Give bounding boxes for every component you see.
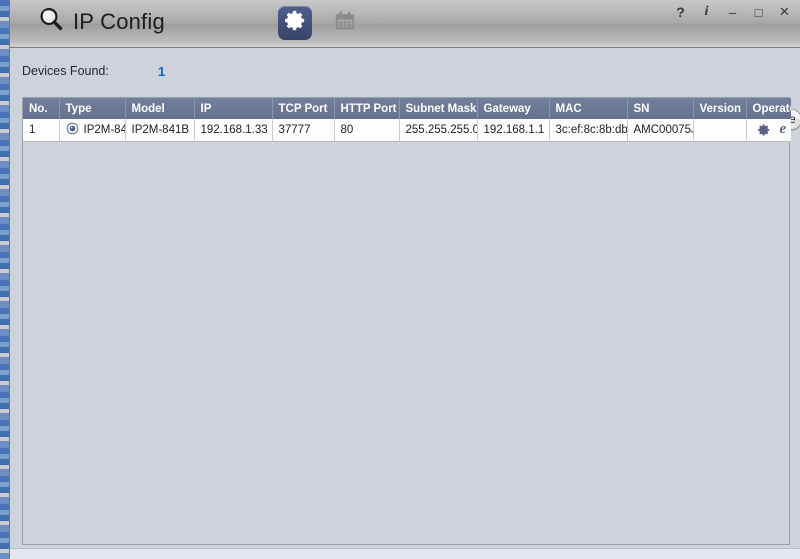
col-http-port[interactable]: HTTP Port (334, 98, 400, 119)
window-controls: ? i – □ ✕ (674, 4, 791, 20)
col-subnet-mask[interactable]: Subnet Mask (399, 98, 478, 119)
tab-schedule[interactable] (328, 6, 362, 40)
cell-operate: e (746, 119, 791, 142)
row-browser-ie-icon[interactable]: e (780, 122, 787, 137)
table-header-row: No. Type Model IP TCP Port HTTP Port Sub… (23, 98, 791, 119)
cell-subnet-mask: 255.255.255.0 (399, 119, 478, 142)
devices-found-count: 1 (158, 64, 166, 79)
cell-type: IP2M-841B (59, 119, 126, 142)
calendar-icon (334, 10, 356, 37)
cell-mac: 3c:ef:8c:8b:db:... (549, 119, 628, 142)
cell-type-label: IP2M-841B (83, 123, 125, 136)
col-ip[interactable]: IP (194, 98, 273, 119)
cell-http-port: 80 (334, 119, 400, 142)
gear-icon (284, 9, 307, 37)
cell-tcp-port: 37777 (272, 119, 335, 142)
footer-strip (10, 548, 800, 559)
magnifier-icon (38, 6, 64, 37)
tab-bar (278, 6, 362, 40)
cell-ip: 192.168.1.33 (194, 119, 273, 142)
cell-model: IP2M-841B (125, 119, 195, 142)
col-no[interactable]: No. (23, 98, 60, 119)
col-tcp-port[interactable]: TCP Port (272, 98, 335, 119)
col-sn[interactable]: SN (627, 98, 694, 119)
device-table-panel: No. Type Model IP TCP Port HTTP Port Sub… (22, 97, 791, 545)
title-bar: IP Config ? i – □ ✕ (10, 0, 800, 48)
cell-version (693, 119, 747, 142)
col-type[interactable]: Type (59, 98, 126, 119)
col-gateway[interactable]: Gateway (477, 98, 550, 119)
app-title-group: IP Config (38, 6, 165, 37)
desktop-background-sliver (0, 0, 9, 559)
camera-icon (66, 122, 79, 138)
table-row[interactable]: 1 IP2M-841B (23, 119, 791, 142)
toolbar: Devices Found: 1 IPv4 All (10, 48, 800, 130)
help-button[interactable]: ? (674, 4, 687, 20)
tab-config[interactable] (278, 6, 312, 40)
close-button[interactable]: ✕ (778, 4, 791, 20)
info-button[interactable]: i (700, 4, 713, 20)
device-table: No. Type Model IP TCP Port HTTP Port Sub… (23, 98, 791, 142)
minimize-button[interactable]: – (726, 4, 739, 20)
col-version[interactable]: Version (693, 98, 747, 119)
devices-found-label: Devices Found: (22, 64, 109, 78)
col-mac[interactable]: MAC (549, 98, 628, 119)
maximize-button[interactable]: □ (752, 4, 765, 20)
row-settings-gear-icon[interactable] (757, 123, 771, 137)
ip-config-window: IP Config ? i – □ ✕ Devices Found: 1 No.… (9, 0, 800, 559)
col-operate[interactable]: Operate (746, 98, 791, 119)
page-title: IP Config (73, 8, 165, 34)
col-model[interactable]: Model (125, 98, 195, 119)
cell-no: 1 (23, 119, 60, 142)
cell-gateway: 192.168.1.1 (477, 119, 550, 142)
cell-sn: AMC00075J9... (627, 119, 694, 142)
